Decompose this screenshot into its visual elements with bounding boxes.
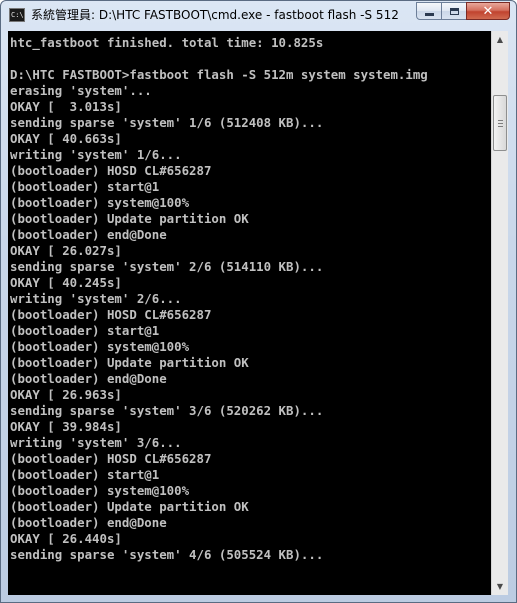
console-line: sending sparse 'system' 1/6 (512408 KB).… (10, 115, 324, 130)
console-line: OKAY [ 26.963s] (10, 387, 122, 402)
console-line: sending sparse 'system' 3/6 (520262 KB).… (10, 403, 324, 418)
console-line: (bootloader) start@1 (10, 323, 160, 338)
close-icon: ✕ (482, 3, 494, 19)
console-line: writing 'system' 2/6... (10, 291, 182, 306)
grip-line (498, 126, 503, 127)
console-line: OKAY [ 26.027s] (10, 243, 122, 258)
console-output[interactable]: htc_fastboot finished. total time: 10.82… (8, 31, 491, 595)
console-line: (bootloader) end@Done (10, 371, 167, 386)
console-line: (bootloader) end@Done (10, 515, 167, 530)
scrollbar-thumb[interactable] (493, 95, 507, 151)
console-line: (bootloader) Update partition OK (10, 211, 249, 226)
maximize-button[interactable] (441, 2, 467, 20)
grip-line (498, 120, 503, 121)
console-line: htc_fastboot finished. total time: 10.82… (10, 35, 324, 50)
console-line: (bootloader) start@1 (10, 179, 160, 194)
console-line: (bootloader) start@1 (10, 467, 160, 482)
console-line: OKAY [ 26.440s] (10, 531, 122, 546)
console-line: OKAY [ 39.984s] (10, 419, 122, 434)
scroll-up-button[interactable]: ▲ (492, 31, 508, 48)
console-line: sending sparse 'system' 4/6 (505524 KB).… (10, 547, 324, 562)
console-text: htc_fastboot finished. total time: 10.82… (8, 31, 491, 563)
maximize-icon (449, 7, 459, 15)
triangle-up-icon: ▲ (496, 35, 504, 44)
minimize-icon (424, 13, 434, 16)
console-line: (bootloader) HOSD CL#656287 (10, 451, 212, 466)
console-line: OKAY [ 40.663s] (10, 131, 122, 146)
console-line: sending sparse 'system' 2/6 (514110 KB).… (10, 259, 324, 274)
console-line: (bootloader) Update partition OK (10, 355, 249, 370)
minimize-button[interactable] (416, 2, 442, 20)
grip-line (498, 123, 503, 124)
caption-buttons: ✕ (416, 2, 510, 21)
console-line: writing 'system' 3/6... (10, 435, 182, 450)
scroll-down-button[interactable]: ▼ (492, 578, 508, 595)
console-line: (bootloader) HOSD CL#656287 (10, 163, 212, 178)
window-title: 系統管理員: D:\HTC FASTBOOT\cmd.exe - fastboo… (31, 8, 399, 22)
close-button[interactable]: ✕ (466, 2, 510, 20)
console-line: (bootloader) end@Done (10, 227, 167, 242)
console-line: (bootloader) system@100% (10, 195, 190, 210)
console-line: (bootloader) system@100% (10, 339, 190, 354)
triangle-down-icon: ▼ (496, 582, 504, 591)
console-line: OKAY [ 40.245s] (10, 275, 122, 290)
cmd-window: C:\ 系統管理員: D:\HTC FASTBOOT\cmd.exe - fas… (0, 0, 517, 603)
title-bar[interactable]: C:\ 系統管理員: D:\HTC FASTBOOT\cmd.exe - fas… (1, 1, 516, 30)
console-line: (bootloader) HOSD CL#656287 (10, 307, 212, 322)
console-line: erasing 'system'... (10, 83, 152, 98)
console-line: writing 'system' 1/6... (10, 147, 182, 162)
console-line: (bootloader) system@100% (10, 483, 190, 498)
console-line: OKAY [ 3.013s] (10, 99, 122, 114)
cmd-app-icon[interactable]: C:\ (9, 8, 25, 22)
console-line: (bootloader) Update partition OK (10, 499, 249, 514)
console-line: D:\HTC FASTBOOT>fastboot flash -S 512m s… (10, 67, 428, 82)
vertical-scrollbar[interactable]: ▲ ▼ (491, 31, 508, 595)
